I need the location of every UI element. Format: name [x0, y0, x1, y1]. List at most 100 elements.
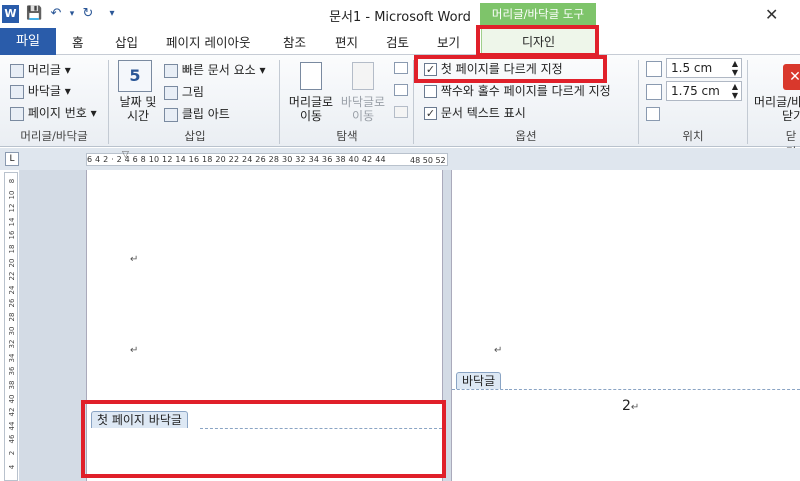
goto-header-label-1: 머리글로 [288, 95, 334, 109]
horizontal-ruler[interactable]: 6 4 2 · 2 4 6 8 10 12 14 16 18 20 22 24 … [86, 153, 448, 166]
group-label-insert: 삽입 [184, 129, 206, 143]
header-button[interactable]: 머리글 ▾ [10, 61, 71, 78]
vertical-ruler-tick: 2 [8, 450, 16, 456]
page-number-icon [10, 106, 24, 121]
tab-insert[interactable]: 삽입 [115, 32, 138, 51]
picture-label: 그림 [181, 85, 204, 99]
different-odd-even-option[interactable]: 짝수와 홀수 페이지를 다르게 지정 [424, 82, 611, 99]
tab-references[interactable]: 참조 [283, 32, 306, 51]
footer-label: 바닥글 ▾ [27, 84, 71, 98]
tab-file[interactable]: 파일 [0, 28, 56, 55]
vertical-ruler-tick: 20 [8, 258, 16, 268]
clip-art-button[interactable]: 클립 아트 [164, 105, 230, 122]
clip-art-label: 클립 아트 [181, 107, 230, 121]
show-document-text-checkbox[interactable]: ✓ [424, 107, 437, 120]
vertical-ruler-tick: 12 [8, 203, 16, 213]
tab-mailings[interactable]: 편지 [335, 32, 358, 51]
vertical-ruler-tick: 24 [8, 285, 16, 295]
close-header-footer-icon[interactable]: ✕ [783, 64, 800, 90]
window-title: 문서1 - Microsoft Word [329, 10, 471, 25]
tab-page-layout[interactable]: 페이지 레이아웃 [166, 32, 250, 51]
close-header-footer-label-1: 머리글/바 [754, 95, 800, 109]
tab-view[interactable]: 보기 [437, 32, 460, 51]
vertical-ruler-tick: 42 [8, 407, 16, 417]
ruler-ticks: 6 4 2 · 2 4 6 8 10 12 14 16 18 20 22 24 … [87, 155, 386, 164]
group-label-position: 위치 [682, 129, 704, 143]
vertical-ruler-tick: 34 [8, 353, 16, 363]
picture-icon [164, 85, 178, 100]
tab-review[interactable]: 검토 [386, 32, 409, 51]
group-separator [108, 60, 109, 144]
vertical-ruler-tick: 22 [8, 271, 16, 281]
close-header-footer-button[interactable]: 머리글/바 닫기 [754, 95, 800, 123]
vertical-ruler-tick: 36 [8, 366, 16, 376]
vertical-ruler-tick: 8 [8, 178, 16, 184]
date-time-label-1: 날짜 및 [119, 95, 157, 109]
vertical-ruler-tick: 10 [8, 190, 16, 200]
calendar-clock-icon[interactable]: 5 [118, 60, 152, 92]
footer-boundary-line [509, 389, 800, 390]
footer-tag: 바닥글 [456, 372, 502, 389]
footer-position-value: 1.75 cm [671, 84, 720, 98]
paragraph-mark: ↵ [494, 345, 503, 356]
tab-selector-icon[interactable]: L [5, 152, 19, 166]
vertical-ruler-tick: 32 [8, 339, 16, 349]
spinner-arrows-icon[interactable]: ▲ ▼ [732, 59, 738, 77]
quick-parts-icon [164, 63, 178, 78]
date-time-button[interactable]: 날짜 및 시간 [116, 95, 160, 123]
different-first-page-highlight [414, 55, 607, 83]
design-tab-highlight [476, 25, 599, 57]
header-position-field[interactable]: 1.5 cm ▲ ▼ [666, 58, 742, 78]
goto-footer-label-2: 이동 [351, 109, 375, 123]
spinner-arrows-icon[interactable]: ▲ ▼ [732, 82, 738, 100]
quick-parts-button[interactable]: 빠른 문서 요소 ▾ [164, 61, 266, 78]
vertical-ruler-tick: 26 [8, 298, 16, 308]
vertical-ruler-tick: 16 [8, 230, 16, 240]
vertical-ruler-tick: 4 [8, 464, 16, 469]
header-position-icon [646, 61, 662, 77]
goto-header-label-2: 이동 [299, 109, 323, 123]
close-window-icon[interactable]: ✕ [765, 5, 778, 24]
vertical-ruler-tick: 46 [8, 434, 16, 444]
close-header-footer-label-2: 닫기 [782, 109, 800, 123]
goto-footer-button: 바닥글로 이동 [337, 95, 389, 123]
next-section-icon[interactable] [394, 84, 408, 96]
first-page-footer-highlight [81, 400, 446, 478]
footer-boundary-line-start [452, 389, 508, 390]
vertical-ruler-tick: 14 [8, 217, 16, 227]
date-time-label-2: 시간 [126, 109, 150, 123]
show-document-text-option[interactable]: ✓ 문서 텍스트 표시 [424, 104, 526, 121]
paragraph-mark: ↵ [130, 345, 139, 356]
footer-position-field[interactable]: 1.75 cm ▲ ▼ [666, 81, 742, 101]
vertical-ruler-tick: 18 [8, 244, 16, 254]
page-number-value: 2 [622, 398, 631, 414]
group-label-options: 옵션 [515, 129, 537, 143]
group-separator [279, 60, 280, 144]
ruler-tail: 48 50 52 [410, 156, 446, 165]
insert-alignment-tab-icon[interactable] [646, 107, 660, 121]
paragraph-mark: ↵ [130, 254, 139, 265]
goto-header-icon[interactable] [300, 62, 322, 90]
footer-position-icon [646, 84, 662, 100]
footer-button[interactable]: 바닥글 ▾ [10, 82, 71, 99]
vertical-ruler[interactable]: 8 10 12 14 16 18 20 22 24 26 28 30 32 34 36 38 40 42 44 46 2… [4, 172, 18, 481]
vertical-ruler-tick: 30 [8, 326, 16, 336]
group-separator [638, 60, 639, 144]
picture-button[interactable]: 그림 [164, 83, 204, 100]
first-line-indent-marker[interactable]: ▽ [122, 150, 129, 160]
header-label: 머리글 ▾ [27, 63, 71, 77]
vertical-ruler-tick: 38 [8, 380, 16, 390]
vertical-ruler-tick: 40 [8, 394, 16, 404]
previous-section-icon[interactable] [394, 62, 408, 74]
different-odd-even-checkbox[interactable] [424, 85, 437, 98]
goto-footer-icon [352, 62, 374, 90]
tab-home[interactable]: 홈 [72, 32, 84, 51]
group-label-navigation: 탐색 [336, 129, 358, 143]
page-number-button[interactable]: 페이지 번호 ▾ [10, 104, 97, 121]
goto-header-button[interactable]: 머리글로 이동 [284, 95, 338, 123]
link-to-previous-icon [394, 106, 408, 118]
paragraph-mark: ↵ [630, 402, 640, 413]
page-2[interactable] [451, 170, 800, 481]
page-number-field[interactable]: 2↵ [622, 398, 639, 414]
vertical-ruler-tick: 28 [8, 312, 16, 322]
